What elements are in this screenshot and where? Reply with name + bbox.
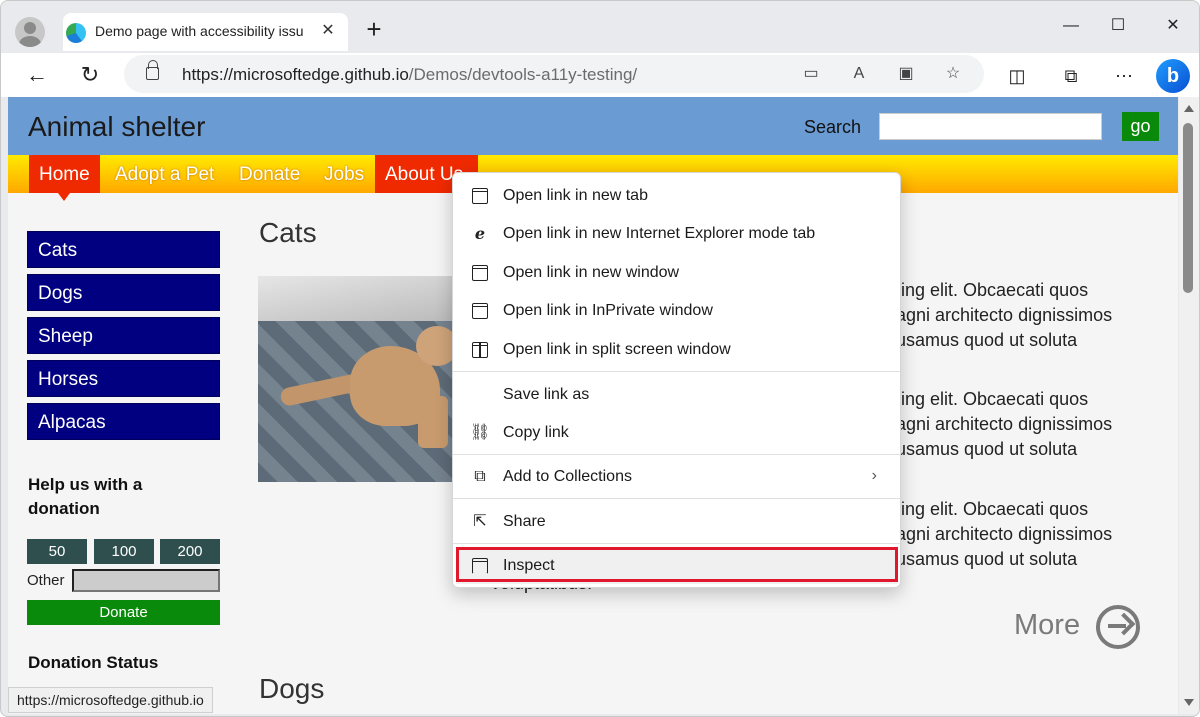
arrow-right-circle-icon[interactable] bbox=[1096, 605, 1140, 649]
nav-home[interactable]: Home bbox=[29, 155, 100, 201]
scroll-up-icon[interactable] bbox=[1184, 105, 1194, 112]
amount-button-50[interactable]: 50 bbox=[27, 539, 87, 564]
menu-label: Copy link bbox=[503, 424, 569, 441]
menu-separator bbox=[453, 371, 900, 372]
dogs-heading: Dogs bbox=[259, 673, 325, 704]
amount-button-100[interactable]: 100 bbox=[94, 539, 154, 564]
new-window-icon bbox=[470, 263, 490, 283]
read-aloud-icon[interactable]: A bbox=[848, 63, 870, 85]
inprivate-icon bbox=[470, 301, 490, 321]
menu-label: Open link in split screen window bbox=[503, 341, 731, 358]
menu-label: Open link in new tab bbox=[503, 187, 648, 204]
favorites-icon[interactable]: ☆ bbox=[942, 63, 964, 85]
menu-label: Share bbox=[503, 513, 546, 530]
collections-icon: ⧉ bbox=[474, 468, 486, 485]
search-input[interactable] bbox=[879, 113, 1102, 140]
status-bar-url: https://microsoftedge.github.io bbox=[8, 687, 213, 713]
browser-window: Demo page with accessibility issu ✕ + — … bbox=[0, 0, 1200, 717]
menu-item-share[interactable]: ⇱ Share bbox=[456, 504, 897, 540]
tab-strip: Demo page with accessibility issu ✕ + — … bbox=[1, 1, 1199, 53]
cat-photo bbox=[258, 276, 458, 482]
ie-mode-icon: e bbox=[474, 224, 486, 243]
menu-item-open-new-window[interactable]: Open link in new window bbox=[456, 255, 897, 291]
menu-item-open-inprivate[interactable]: Open link in InPrivate window bbox=[456, 293, 897, 329]
cats-heading: Cats bbox=[259, 217, 317, 248]
nav-adopt-a-pet[interactable]: Adopt a Pet bbox=[105, 155, 224, 193]
amount-button-200[interactable]: 200 bbox=[160, 539, 220, 564]
tab-title: Demo page with accessibility issu bbox=[95, 23, 304, 39]
cat-paragraph-1: ting elit. Obcaecati quos agni architecto… bbox=[896, 280, 1113, 350]
menu-item-open-new-tab[interactable]: Open link in new tab bbox=[456, 178, 897, 214]
menu-label: Add to Collections bbox=[503, 468, 632, 485]
scroll-thumb[interactable] bbox=[1183, 123, 1193, 293]
menu-item-open-split-screen[interactable]: Open link in split screen window bbox=[456, 332, 897, 368]
donation-status-heading: Donation Status bbox=[28, 653, 159, 672]
new-tab-button[interactable]: + bbox=[361, 16, 387, 43]
cat-paragraph-2: ting elit. Obcaecati quos agni architecto… bbox=[896, 389, 1113, 459]
lock-icon[interactable] bbox=[146, 60, 159, 80]
sidebar-item-cats[interactable]: Cats bbox=[27, 231, 220, 268]
menu-item-copy-link[interactable]: ⛓ Copy link bbox=[456, 415, 897, 451]
menu-separator bbox=[453, 454, 900, 455]
sidebar-item-sheep[interactable]: Sheep bbox=[27, 317, 220, 354]
cat-paragraph-3: ting elit. Obcaecati quos agni architecto… bbox=[896, 499, 1113, 569]
site-header: Animal shelter Search go bbox=[8, 97, 1178, 155]
menu-separator bbox=[453, 543, 900, 544]
menu-label: Open link in new Internet Explorer mode … bbox=[503, 225, 816, 242]
donate-button[interactable]: Donate bbox=[27, 600, 220, 625]
edge-favicon-icon bbox=[66, 23, 86, 43]
other-amount-label: Other bbox=[27, 572, 65, 589]
close-tab-icon[interactable]: ✕ bbox=[317, 20, 339, 42]
nav-donate[interactable]: Donate bbox=[229, 155, 310, 193]
donation-heading: Help us with a donation bbox=[28, 475, 143, 518]
immersive-reader-icon[interactable]: ▣ bbox=[895, 63, 917, 85]
toolbar: ← ↻ https://microsoftedge.github.io/Demo… bbox=[1, 53, 1199, 97]
menu-label: Open link in new window bbox=[503, 264, 680, 281]
more-link[interactable]: More bbox=[1014, 609, 1080, 642]
split-screen-icon bbox=[470, 340, 490, 360]
scroll-down-icon[interactable] bbox=[1184, 699, 1194, 706]
address-bar[interactable]: https://microsoftedge.github.io/Demos/de… bbox=[124, 55, 984, 93]
split-screen-icon[interactable]: ◫ bbox=[1004, 63, 1030, 89]
new-tab-icon bbox=[470, 186, 490, 206]
inspect-highlight-box bbox=[456, 547, 898, 582]
close-window-button[interactable]: ✕ bbox=[1151, 11, 1195, 41]
menu-label: Open link in InPrivate window bbox=[503, 302, 713, 319]
minimize-button[interactable]: — bbox=[1049, 11, 1093, 41]
search-label: Search bbox=[804, 117, 862, 137]
back-icon[interactable]: ← bbox=[22, 60, 52, 90]
link-icon: ⛓ bbox=[470, 424, 491, 441]
go-button[interactable]: go bbox=[1122, 112, 1159, 141]
context-menu: Open link in new tab e Open link in new … bbox=[452, 172, 901, 588]
more-icon[interactable]: ⋯ bbox=[1111, 63, 1137, 89]
url-text[interactable]: https://microsoftedge.github.io/Demos/de… bbox=[182, 65, 637, 85]
menu-item-add-to-collections[interactable]: ⧉ Add to Collections › bbox=[456, 459, 897, 495]
other-amount-input[interactable] bbox=[72, 569, 220, 592]
vertical-scrollbar[interactable] bbox=[1179, 97, 1199, 714]
bing-copilot-icon[interactable]: b bbox=[1156, 59, 1190, 93]
site-title: Animal shelter bbox=[28, 111, 206, 142]
collections-icon[interactable]: ⧉ bbox=[1058, 63, 1084, 89]
menu-item-open-ie-mode-tab[interactable]: e Open link in new Internet Explorer mod… bbox=[456, 216, 897, 252]
sidebar-item-alpacas[interactable]: Alpacas bbox=[27, 403, 220, 440]
sidebar-item-horses[interactable]: Horses bbox=[27, 360, 220, 397]
sidebar-item-dogs[interactable]: Dogs bbox=[27, 274, 220, 311]
app-available-icon[interactable]: ▭ bbox=[800, 63, 822, 85]
menu-separator bbox=[453, 498, 900, 499]
chevron-right-icon: › bbox=[871, 467, 877, 484]
active-tab[interactable]: Demo page with accessibility issu ✕ bbox=[63, 13, 348, 51]
share-icon: ⇱ bbox=[473, 513, 487, 530]
menu-item-save-link-as[interactable]: Save link as bbox=[456, 377, 897, 413]
profile-avatar-icon[interactable] bbox=[15, 17, 45, 47]
nav-jobs[interactable]: Jobs bbox=[314, 155, 374, 193]
refresh-icon[interactable]: ↻ bbox=[75, 60, 105, 90]
menu-label: Save link as bbox=[503, 386, 590, 403]
maximize-button[interactable]: ☐ bbox=[1096, 11, 1140, 41]
